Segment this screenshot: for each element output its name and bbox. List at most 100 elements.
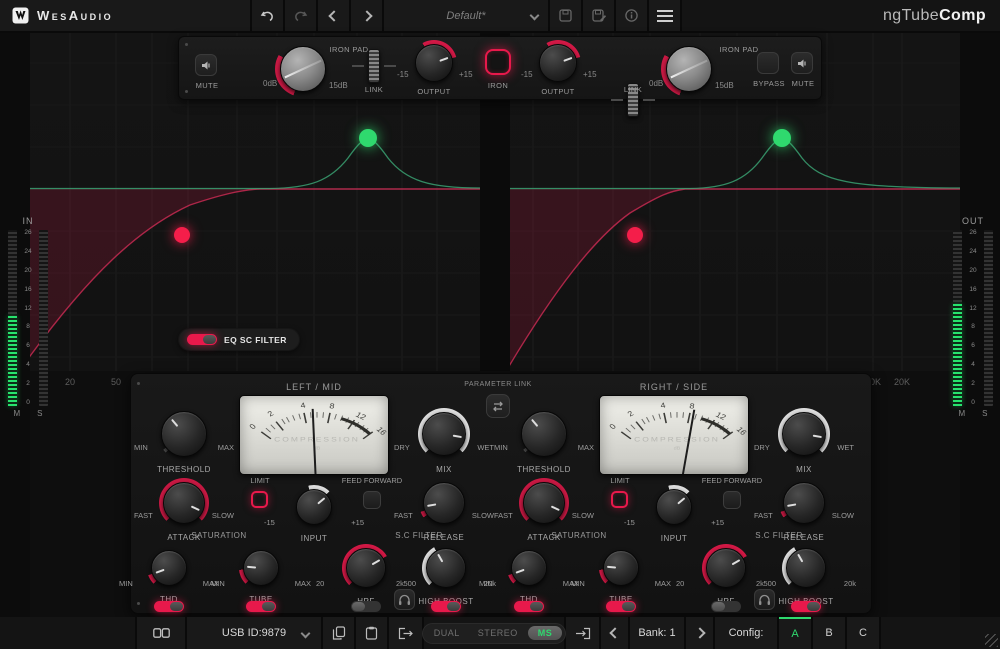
vu-unit-label: dB	[674, 446, 681, 451]
prev-preset-button[interactable]	[318, 0, 349, 31]
tube-switch[interactable]	[606, 601, 636, 612]
vu-tick-label: 4	[300, 401, 307, 410]
undo-button[interactable]	[252, 0, 283, 31]
mix-knob-group: DRY WET MIX	[756, 408, 852, 474]
preset-dropdown[interactable]: Default*	[384, 0, 548, 31]
eq-sc-filter-switch[interactable]	[187, 334, 217, 345]
high-boost-knob[interactable]	[422, 544, 470, 592]
plugin-title-bold: Comp	[939, 7, 986, 25]
mode-dual[interactable]: DUAL	[426, 628, 468, 638]
hpf-min-label: 20	[676, 579, 684, 588]
input-label: INPUT	[626, 534, 722, 543]
menu-button[interactable]	[649, 0, 680, 31]
import-preset-button[interactable]	[566, 617, 599, 649]
hpf-switch[interactable]	[711, 601, 741, 612]
attack-knob[interactable]	[159, 478, 209, 528]
copy-settings-button[interactable]	[323, 617, 354, 649]
bell-handle-dot[interactable]	[773, 129, 791, 147]
mute-right-button[interactable]	[791, 52, 813, 74]
redo-button[interactable]	[285, 0, 316, 31]
info-button[interactable]	[616, 0, 647, 31]
thd-switch[interactable]	[514, 601, 544, 612]
config-label: Config:	[729, 627, 764, 639]
thd-switch[interactable]	[154, 601, 184, 612]
config-c-button[interactable]: C	[847, 617, 879, 649]
feed-forward-button[interactable]	[363, 491, 381, 509]
usb-id-text: USB ID:9879	[222, 627, 286, 639]
hpf-switch[interactable]	[351, 601, 381, 612]
resize-handle[interactable]	[985, 634, 998, 647]
chevron-left-icon	[328, 10, 339, 21]
feed-forward-button[interactable]	[723, 491, 741, 509]
link-left-fader[interactable]	[352, 49, 396, 83]
dry-label: DRY	[394, 443, 410, 452]
input-knob[interactable]	[652, 485, 696, 529]
brand-name: WesAudio	[37, 8, 113, 23]
mix-knob[interactable]	[778, 408, 830, 460]
saturation-group-label: SATURATION	[191, 531, 246, 540]
channel-title: LEFT / MID	[239, 382, 389, 392]
config-b-button[interactable]: B	[813, 617, 845, 649]
output-right-knob[interactable]	[535, 40, 581, 86]
threshold-knob[interactable]	[158, 408, 210, 460]
output-left-knob[interactable]	[411, 40, 457, 86]
release-knob[interactable]	[779, 478, 829, 528]
high-boost-switch[interactable]	[431, 601, 461, 612]
paste-settings-button[interactable]	[356, 617, 387, 649]
eq-sc-filter-toggle[interactable]: EQ SC FILTER	[178, 328, 300, 351]
plugin-window: WesAudio Default* ngTubeComp	[0, 0, 1000, 649]
redo-icon	[293, 9, 308, 23]
hpf-handle-dot[interactable]	[174, 227, 190, 243]
tube-knob[interactable]	[599, 546, 643, 590]
input-knob[interactable]	[292, 485, 336, 529]
hamburger-menu-icon	[657, 10, 673, 22]
attack-knob[interactable]	[519, 478, 569, 528]
side-label: S	[37, 409, 42, 418]
bank-next-button[interactable]	[686, 617, 713, 649]
tube-knob[interactable]	[239, 546, 283, 590]
iron-button[interactable]	[485, 49, 511, 75]
mode-ms[interactable]: MS	[528, 626, 563, 640]
fast-label: FAST	[494, 511, 513, 520]
thd-knob[interactable]	[507, 546, 551, 590]
input-min-label: -15	[264, 518, 275, 527]
tube-switch[interactable]	[246, 601, 276, 612]
iron-pad-right-knob[interactable]	[661, 41, 717, 97]
top-toolbar: WesAudio Default* ngTubeComp	[0, 0, 1000, 33]
config-a-button[interactable]: A	[779, 617, 811, 649]
output-right-min: -15	[521, 70, 533, 79]
iron-pad-left-knob[interactable]	[275, 41, 331, 97]
thd-knob[interactable]	[147, 546, 191, 590]
scale-tick: 26	[965, 230, 981, 236]
meter-scale: 262420161286420	[965, 230, 981, 406]
next-preset-button[interactable]	[351, 0, 382, 31]
export-preset-button[interactable]	[389, 617, 422, 649]
save-button[interactable]	[550, 0, 581, 31]
hpf-knob[interactable]	[702, 544, 750, 592]
output-left-label: OUTPUT	[409, 87, 459, 96]
hardware-link-button[interactable]	[137, 617, 185, 649]
bell-handle-dot[interactable]	[359, 129, 377, 147]
mix-knob[interactable]	[418, 408, 470, 460]
mute-left-button[interactable]	[195, 54, 217, 76]
hpf-knob[interactable]	[342, 544, 390, 592]
mode-stereo[interactable]: STEREO	[470, 628, 526, 638]
output-meter-mid-bar	[953, 230, 962, 406]
mix-label: MIX	[756, 465, 852, 474]
switch-thumb	[170, 602, 183, 611]
input-label: INPUT	[266, 534, 362, 543]
high-boost-switch[interactable]	[791, 601, 821, 612]
release-knob[interactable]	[419, 478, 469, 528]
eq-sc-filter-label: EQ SC FILTER	[224, 335, 287, 345]
iron-pad-right-min: 0dB	[649, 79, 663, 88]
high-boost-knob[interactable]	[782, 544, 830, 592]
fader-handle[interactable]	[368, 49, 380, 83]
limit-label: LIMIT	[250, 476, 269, 485]
usb-device-dropdown[interactable]: USB ID:9879	[187, 617, 321, 649]
hpf-handle-dot[interactable]	[627, 227, 643, 243]
vu-tick-label: 12	[714, 411, 728, 422]
bank-prev-button[interactable]	[601, 617, 628, 649]
bypass-button[interactable]	[757, 52, 779, 74]
threshold-knob[interactable]	[518, 408, 570, 460]
save-as-button[interactable]	[583, 0, 614, 31]
